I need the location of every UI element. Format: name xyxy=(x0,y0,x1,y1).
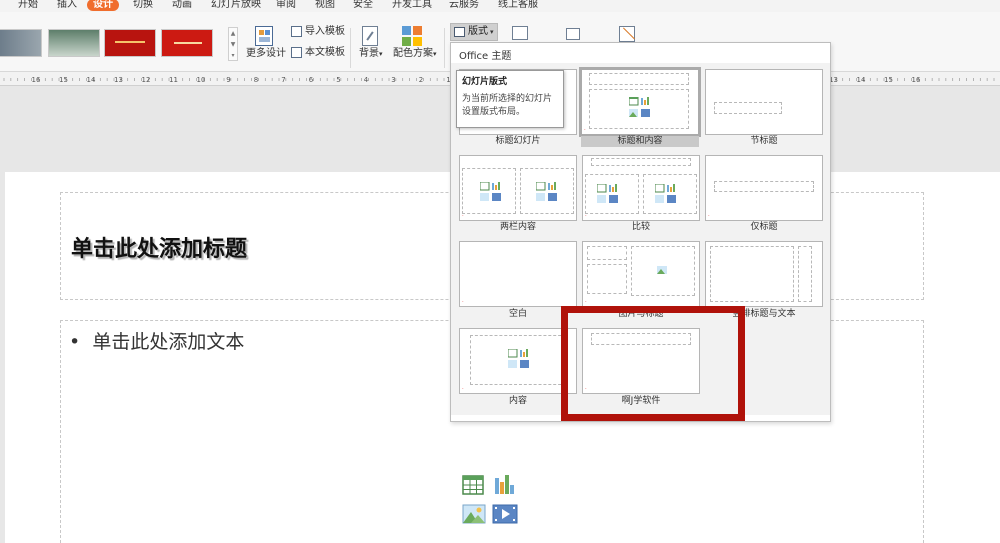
layout-label: 两栏内容 xyxy=(499,222,536,232)
layout-label: 标题和内容 xyxy=(581,136,699,147)
ruler-number: 2 xyxy=(419,76,423,84)
menu-animation[interactable]: 动画 xyxy=(172,0,192,11)
menu-transition[interactable]: 切换 xyxy=(133,0,153,11)
ruler-number: 15 xyxy=(884,76,893,84)
menu-view[interactable]: 视图 xyxy=(315,0,335,11)
chevron-down-icon: ▾ xyxy=(433,50,437,58)
menu-insert[interactable]: 插入 xyxy=(57,0,77,11)
ruler-number: 7 xyxy=(281,76,285,84)
layout-label: 仅标题 xyxy=(750,222,778,232)
text-template-icon xyxy=(291,47,302,58)
background-icon xyxy=(362,26,378,46)
chevron-down-icon: ▾ xyxy=(379,50,383,58)
import-template-icon xyxy=(291,26,302,37)
layout-comparison[interactable]: - xyxy=(582,155,700,221)
tooltip-description: 为当前所选择的幻灯片设置版式布局。 xyxy=(462,94,553,117)
background-button[interactable]: 背景▾ xyxy=(359,48,383,60)
layout-section-header[interactable] xyxy=(705,69,823,135)
bullet-icon: • xyxy=(69,331,81,353)
more-designs-button[interactable]: 更多设计 xyxy=(246,48,286,60)
ruler-number: 3 xyxy=(391,76,395,84)
theme-thumbnail[interactable] xyxy=(104,29,156,57)
table-icon[interactable] xyxy=(462,475,484,495)
menu-start[interactable]: 开始 xyxy=(18,0,38,11)
color-scheme-label: 配色方案 xyxy=(393,48,433,59)
ruler-number: 11 xyxy=(169,76,178,84)
background-label: 背景 xyxy=(359,48,379,59)
color-scheme-icon xyxy=(402,26,424,46)
video-icon[interactable] xyxy=(492,504,518,524)
ruler-number: 5 xyxy=(336,76,340,84)
ruler-number: 8 xyxy=(254,76,258,84)
layout-blank[interactable]: - xyxy=(459,241,577,307)
layout-title-only[interactable]: - xyxy=(705,155,823,221)
layout-label: 比较 xyxy=(631,222,650,232)
menu-bar: 开始 插入 设计 切换 动画 幻灯片放映 审阅 视图 安全 开发工具 云服务 线… xyxy=(0,0,1000,12)
layout-label: 空白 xyxy=(508,309,527,319)
chart-icon[interactable] xyxy=(495,475,514,494)
ribbon-separator xyxy=(444,28,445,68)
ruler-number: 4 xyxy=(364,76,369,84)
picture-icon[interactable] xyxy=(462,504,486,524)
layout-label: 竖排标题与文本 xyxy=(732,309,796,319)
layout-label: 版式 xyxy=(468,26,488,37)
layout-icon xyxy=(454,27,465,37)
menu-design[interactable]: 设计 xyxy=(87,0,119,11)
tooltip-title: 幻灯片版式 xyxy=(462,77,508,87)
content-insert-icons xyxy=(458,474,520,530)
ruler-number: 16 xyxy=(912,76,921,84)
ruler-number: 6 xyxy=(309,76,314,84)
layout-label: 图片与标题 xyxy=(618,309,664,319)
layout-label: 节标题 xyxy=(750,136,778,146)
theme-thumbnail[interactable] xyxy=(161,29,213,57)
ruler-number: 14 xyxy=(87,76,96,84)
page-setup-icon[interactable] xyxy=(566,28,580,40)
ruler-number: 14 xyxy=(857,76,866,84)
layout-two-content[interactable]: - xyxy=(459,155,577,221)
layout-button[interactable]: 版式 ▾ xyxy=(450,23,498,41)
gallery-footer xyxy=(451,415,830,421)
import-template-button[interactable]: 导入模板 xyxy=(305,26,345,38)
layout-content[interactable]: - xyxy=(459,328,577,394)
ruler-number: 9 xyxy=(226,76,230,84)
theme-thumbnail[interactable] xyxy=(48,29,100,57)
layout-vertical-title-and-text[interactable] xyxy=(705,241,823,307)
ribbon-separator xyxy=(350,28,351,68)
layout-title-and-content[interactable]: - xyxy=(579,67,701,137)
theme-scroll-arrows[interactable]: ▲ ▼ ▾ xyxy=(228,27,238,61)
layout-label: 内容 xyxy=(508,396,527,406)
body-placeholder-label: 单击此处添加文本 xyxy=(92,331,245,353)
menu-cloud[interactable]: 云服务 xyxy=(449,0,479,11)
title-placeholder-text: 单击此处添加标题 xyxy=(71,237,248,262)
menu-security[interactable]: 安全 xyxy=(353,0,373,11)
menu-developer[interactable]: 开发工具 xyxy=(392,0,432,11)
ruler-number: 15 xyxy=(59,76,68,84)
ruler-number: 12 xyxy=(142,76,151,84)
text-template-button[interactable]: 本文模板 xyxy=(305,47,345,59)
theme-thumbnail[interactable] xyxy=(0,29,42,57)
edit-master-icon[interactable] xyxy=(619,26,636,42)
layout-picture-with-caption[interactable]: - xyxy=(582,241,700,307)
layout-custom[interactable]: - xyxy=(582,328,700,394)
ruler-number: 10 xyxy=(197,76,206,84)
ruler-number: 13 xyxy=(114,76,123,84)
chevron-down-icon: ▾ xyxy=(490,28,494,36)
menu-review[interactable]: 审阅 xyxy=(276,0,296,11)
ruler-number: 16 xyxy=(32,76,41,84)
menu-online-service[interactable]: 线上客服 xyxy=(498,0,538,11)
more-designs-icon xyxy=(255,26,273,46)
slide-size-icon[interactable] xyxy=(512,26,528,40)
layout-label: 标题幻灯片 xyxy=(495,136,541,146)
layout-label: 啊J学软件 xyxy=(621,396,661,406)
color-scheme-button[interactable]: 配色方案▾ xyxy=(393,48,437,60)
layout-tooltip: 幻灯片版式 为当前所选择的幻灯片设置版式布局。 xyxy=(456,70,564,128)
gallery-header: Office 主题 xyxy=(459,51,512,62)
menu-slideshow[interactable]: 幻灯片放映 xyxy=(211,0,261,11)
body-placeholder-text: • 单击此处添加文本 xyxy=(69,327,244,354)
